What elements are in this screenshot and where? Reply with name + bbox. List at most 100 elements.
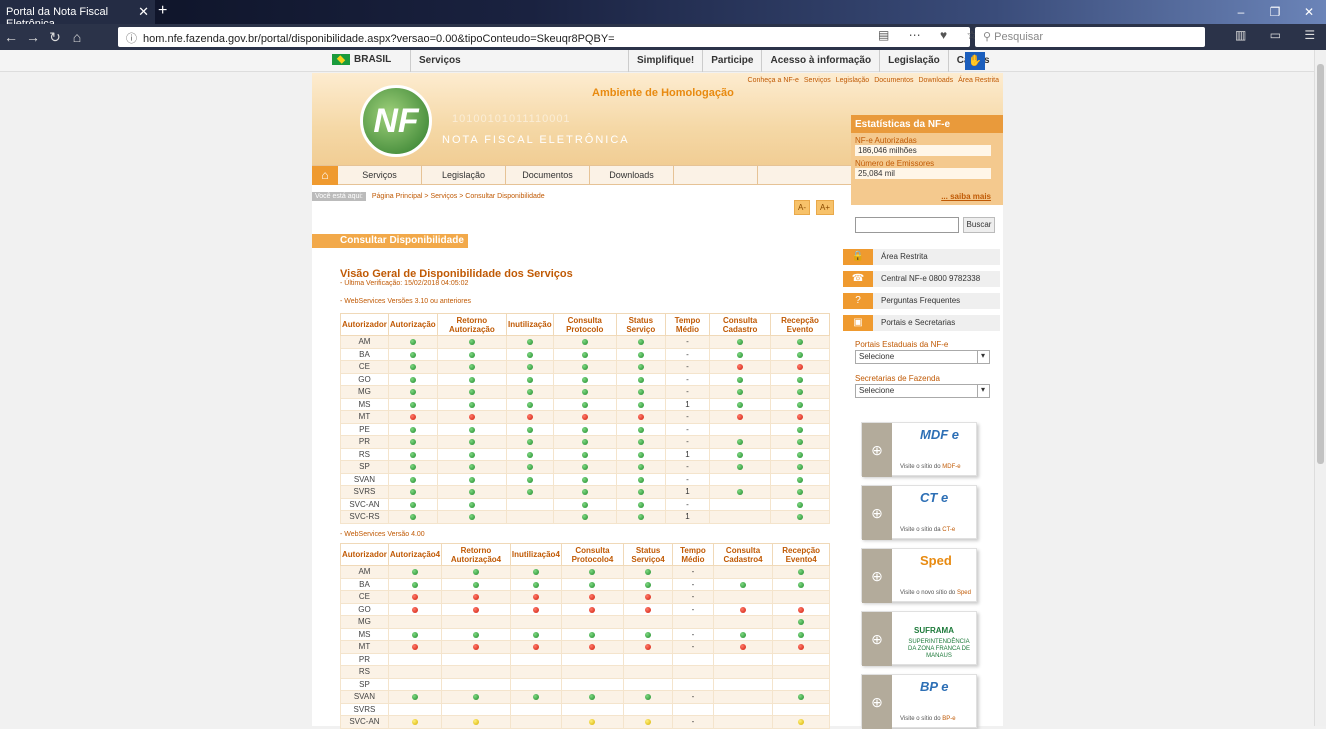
toolbar-icons[interactable]: ▥ ▭ ☰ — [1235, 28, 1325, 42]
menu-item[interactable]: Serviços — [338, 166, 422, 185]
portais-select[interactable]: Selecione — [855, 350, 990, 364]
status-cell — [387, 385, 438, 399]
column-header: Recepção Evento — [769, 313, 831, 336]
nfe-logo[interactable]: NF e — [360, 85, 432, 157]
reload-icon[interactable]: ↻ — [44, 29, 66, 46]
scrollbar-thumb[interactable] — [1317, 64, 1324, 464]
menu-item[interactable] — [674, 166, 758, 185]
status-green-icon — [412, 694, 418, 701]
table-row: SVRS — [340, 702, 830, 716]
back-icon[interactable]: ← — [0, 29, 22, 45]
status-cell — [506, 447, 554, 461]
globe-icon: ⊕ — [862, 549, 892, 603]
status-cell — [769, 335, 831, 349]
status-green-icon — [409, 514, 416, 521]
top-link[interactable]: Serviços — [804, 77, 831, 84]
status-cell — [506, 472, 554, 486]
sidebar-item-area-restrita[interactable]: 🔒 Área Restrita — [843, 249, 1000, 265]
forward-icon[interactable]: → — [22, 29, 44, 45]
menu-item[interactable]: Legislação — [422, 166, 506, 185]
status-cell — [436, 497, 508, 511]
cte-logo: CT e — [920, 490, 949, 505]
gov-link[interactable]: Participe — [702, 50, 761, 72]
new-tab-icon[interactable]: + — [158, 2, 167, 20]
stats-emi-value: 25,084 mil — [855, 168, 991, 179]
status-cell — [441, 590, 511, 604]
status-green-icon — [581, 451, 588, 458]
status-cell — [615, 460, 666, 474]
autorizador-cell: SVC-RS — [340, 510, 389, 524]
status-cell — [623, 627, 674, 641]
cte-banner[interactable]: ⊕ CT e Visite o sítio da CT-e — [861, 485, 977, 540]
table-row: MS 1 — [340, 397, 831, 411]
brasil-link[interactable]: BRASIL — [332, 54, 391, 65]
maximize-icon[interactable]: ❐ — [1258, 0, 1292, 24]
gov-link[interactable]: Acesso à informação — [761, 50, 879, 72]
status-cell — [552, 472, 617, 486]
accessibility-icon[interactable]: ✋ — [965, 52, 985, 70]
sidebar-item-central[interactable]: ☎ Central NF-e 0800 9782338 — [843, 271, 1000, 287]
status-cell — [387, 652, 443, 666]
status-red-icon — [473, 594, 479, 601]
table-row: RS 1 — [340, 447, 831, 461]
status-cell — [509, 627, 562, 641]
minimize-icon[interactable]: – — [1224, 0, 1258, 24]
suframa-logo: SUFRAMA — [914, 626, 954, 635]
status-green-icon — [468, 351, 475, 358]
bpe-banner[interactable]: ⊕ BP e Visite o sítio do BP-e — [861, 674, 977, 729]
status-red-icon — [412, 606, 418, 613]
status-green-icon — [581, 464, 588, 471]
suframa-banner[interactable]: ⊕ SUFRAMA SUPERINTENDÊNCIA DA ZONA FRANCA … — [861, 611, 977, 666]
status-cell — [387, 472, 438, 486]
brasil-label: BRASIL — [354, 54, 392, 66]
gov-link[interactable]: Legislação — [879, 50, 948, 72]
status-cell — [387, 360, 438, 374]
status-green-icon — [637, 364, 644, 371]
column-header: Recepção Evento4 — [772, 543, 830, 566]
search-button[interactable]: Buscar — [963, 217, 995, 233]
sped-banner[interactable]: ⊕ Sped Visite o novo sítio do Sped — [861, 548, 977, 603]
table-row: MS - — [340, 627, 830, 641]
status-green-icon — [468, 339, 475, 346]
status-cell — [387, 435, 438, 449]
portal-icon: ▣ — [843, 315, 873, 331]
close-tab-icon[interactable]: ✕ — [138, 4, 149, 20]
page-title: Visão Geral de Disponibilidade dos Servi… — [340, 268, 573, 280]
sidebar-item-portais[interactable]: ▣ Portais e Secretarias — [843, 315, 1000, 331]
tempo-medio-cell: - — [664, 385, 711, 399]
status-cell — [387, 510, 438, 524]
site-search-input[interactable] — [855, 217, 959, 233]
top-link[interactable]: Conheça a NF-e — [748, 77, 799, 84]
scrollbar[interactable] — [1314, 50, 1326, 726]
home-icon[interactable]: ⌂ — [312, 166, 338, 185]
stats-more-link[interactable]: ... saiba mais — [941, 192, 991, 201]
mdfe-banner[interactable]: ⊕ MDF e Visite o sítio do MDF-e — [861, 422, 977, 477]
status-cell — [623, 677, 674, 691]
status-green-icon — [468, 439, 475, 446]
autorizador-cell: MS — [340, 627, 389, 641]
status-green-icon — [737, 401, 744, 408]
tempo-medio-cell: - — [664, 497, 711, 511]
close-window-icon[interactable]: ✕ — [1292, 0, 1326, 24]
secretarias-select[interactable]: Selecione — [855, 384, 990, 398]
menu-item[interactable]: Documentos — [506, 166, 590, 185]
status-green-icon — [532, 569, 539, 576]
breadcrumb-path[interactable]: Página Principal > Serviços > Consultar … — [372, 193, 545, 200]
status-green-icon — [796, 426, 803, 433]
font-increase-button[interactable]: A+ — [816, 200, 835, 215]
url-bar[interactable]: ⓘ hom.nfe.fazenda.gov.br/portal/disponibi… — [118, 27, 970, 47]
font-decrease-button[interactable]: A- — [794, 200, 810, 215]
menu-item[interactable]: Downloads — [590, 166, 674, 185]
sidebar-item-perguntas[interactable]: ? Perguntas Frequentes — [843, 293, 1000, 309]
status-cell — [560, 590, 625, 604]
status-table-v400: Autorizador Autorização4 Retorno Autorizaç… — [340, 543, 830, 729]
status-cell — [560, 577, 625, 591]
status-cell — [552, 335, 617, 349]
status-cell — [441, 690, 511, 704]
gov-servicos[interactable]: Serviços — [410, 50, 469, 72]
search-input[interactable]: ⚲ Pesquisar — [975, 27, 1205, 47]
home-icon[interactable]: ⌂ — [66, 29, 88, 45]
gov-link[interactable]: Simplifique! — [628, 50, 702, 72]
page-actions-icon[interactable]: ▤ ⋯ ♥ ☆ — [878, 28, 985, 42]
browser-tab[interactable]: Portal da Nota Fiscal Eletrônica✕ — [0, 0, 155, 30]
